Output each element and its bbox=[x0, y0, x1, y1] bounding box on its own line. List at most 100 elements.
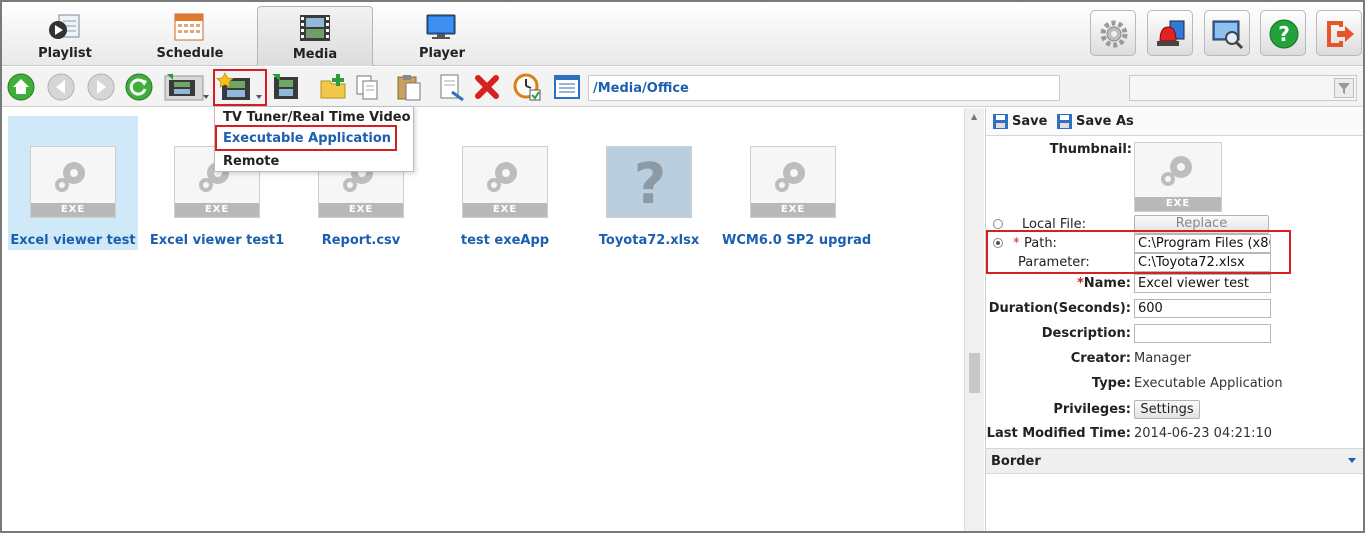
copy-icon bbox=[356, 75, 378, 100]
properties-panel: Save Save As Thumbnail: EXE Local File: … bbox=[985, 108, 1363, 531]
required-asterisk: * bbox=[1076, 276, 1084, 291]
description-input[interactable] bbox=[1134, 324, 1271, 343]
thumbnail-label: Thumbnail: bbox=[1049, 142, 1132, 157]
import-media-button[interactable] bbox=[270, 72, 300, 102]
name-field-label: *Name: bbox=[986, 276, 1131, 291]
refresh-icon bbox=[125, 73, 153, 101]
settings-gear-icon bbox=[1100, 20, 1128, 48]
privileges-settings-button[interactable]: Settings bbox=[1134, 400, 1200, 419]
file-type-badge: EXE bbox=[751, 203, 835, 217]
search-field[interactable] bbox=[1129, 75, 1357, 101]
forward-arrow-icon bbox=[87, 73, 115, 101]
grid-scrollbar[interactable]: ▲ bbox=[964, 108, 984, 531]
media-item-label: test exeApp bbox=[460, 233, 550, 248]
type-label: Type: bbox=[1091, 376, 1131, 391]
paste-button[interactable] bbox=[394, 72, 424, 102]
tab-label: Player bbox=[418, 46, 466, 61]
monitor-search-button[interactable] bbox=[1204, 10, 1250, 56]
help-icon: ? bbox=[1269, 19, 1299, 49]
media-item-toyota72-xlsx[interactable]: ? Toyota72.xlsx bbox=[584, 116, 714, 250]
add-media-icon bbox=[164, 74, 209, 101]
tab-label: Playlist bbox=[38, 46, 92, 61]
paste-icon bbox=[397, 75, 421, 101]
top-nav-bar: Playlist Schedule Media Player ? bbox=[2, 2, 1363, 66]
floppy-disk-icon bbox=[993, 114, 1008, 129]
media-item-excel-viewer-test[interactable]: EXE Excel viewer test bbox=[8, 116, 138, 250]
monitor-icon bbox=[426, 14, 456, 39]
refresh-button[interactable] bbox=[124, 72, 154, 102]
monitor-search-icon bbox=[1212, 20, 1244, 50]
border-section-label: Border bbox=[991, 454, 1041, 469]
duration-input[interactable]: 600 bbox=[1134, 299, 1271, 318]
file-type-badge: EXE bbox=[463, 203, 547, 217]
new-folder-icon bbox=[320, 74, 346, 99]
calendar-icon bbox=[174, 13, 204, 41]
save-as-label: Save As bbox=[1076, 114, 1134, 129]
current-path-field[interactable]: /Media/Office bbox=[588, 75, 1060, 101]
tab-media[interactable]: Media bbox=[257, 6, 373, 66]
home-button[interactable] bbox=[6, 72, 36, 102]
tab-schedule[interactable]: Schedule bbox=[132, 6, 248, 66]
clock-icon bbox=[513, 73, 541, 101]
svg-text:?: ? bbox=[1278, 22, 1290, 46]
edit-properties-button[interactable] bbox=[436, 72, 466, 102]
creator-label: Creator: bbox=[1070, 351, 1131, 366]
chevron-down-icon bbox=[1348, 458, 1356, 463]
thumbnail-preview: EXE bbox=[1134, 142, 1222, 212]
home-icon bbox=[7, 73, 35, 101]
schedule-time-button[interactable] bbox=[512, 72, 542, 102]
delete-button[interactable] bbox=[472, 72, 502, 102]
copy-button[interactable] bbox=[352, 72, 382, 102]
unknown-file-icon: ? bbox=[606, 146, 692, 218]
tab-label: Media bbox=[292, 47, 338, 62]
creator-value: Manager bbox=[1134, 351, 1191, 366]
media-toolbar: /Media/Office bbox=[2, 67, 1363, 107]
media-item-label: Excel viewer test bbox=[10, 233, 136, 248]
alarm-light-icon bbox=[1157, 20, 1185, 46]
scroll-up-arrow[interactable]: ▲ bbox=[971, 112, 977, 121]
tab-player[interactable]: Player bbox=[384, 6, 500, 66]
filter-icon[interactable] bbox=[1334, 78, 1354, 98]
back-arrow-icon bbox=[47, 73, 75, 101]
help-button[interactable]: ? bbox=[1260, 10, 1306, 56]
floppy-disk-icon bbox=[1057, 114, 1072, 129]
menu-item-remote[interactable]: Remote bbox=[215, 152, 413, 172]
save-as-button[interactable]: Save As bbox=[1056, 113, 1134, 133]
tab-playlist[interactable]: Playlist bbox=[7, 6, 123, 66]
highlight-path-parameter bbox=[986, 230, 1291, 274]
forward-button[interactable] bbox=[86, 72, 116, 102]
file-type-badge: EXE bbox=[175, 203, 259, 217]
privileges-label: Privileges: bbox=[1053, 402, 1131, 417]
properties-toolbar: Save Save As bbox=[986, 108, 1363, 136]
scrollbar-thumb[interactable] bbox=[969, 353, 980, 393]
list-view-button[interactable] bbox=[552, 72, 582, 102]
highlight-add-special-media bbox=[213, 69, 267, 106]
save-label: Save bbox=[1012, 114, 1048, 129]
back-button[interactable] bbox=[46, 72, 76, 102]
add-media-dropdown[interactable] bbox=[163, 72, 209, 102]
name-input[interactable]: Excel viewer test bbox=[1134, 274, 1271, 293]
save-button[interactable]: Save bbox=[992, 113, 1047, 133]
name-label: Name: bbox=[1083, 276, 1131, 291]
logout-icon bbox=[1327, 21, 1354, 47]
exe-file-icon: EXE bbox=[750, 146, 836, 218]
logout-button[interactable] bbox=[1316, 10, 1362, 56]
media-item-label: Report.csv bbox=[321, 233, 401, 248]
file-type-badge: EXE bbox=[31, 203, 115, 217]
playlist-icon bbox=[49, 14, 80, 39]
settings-button[interactable] bbox=[1090, 10, 1136, 56]
svg-text:?: ? bbox=[634, 152, 666, 217]
media-item-wcm6-sp2-upgrade[interactable]: EXE WCM6.0 SP2 upgrad bbox=[722, 116, 871, 250]
media-item-label: Toyota72.xlsx bbox=[598, 233, 700, 248]
new-folder-button[interactable] bbox=[318, 72, 348, 102]
border-section-header[interactable]: Border bbox=[986, 448, 1363, 474]
exe-file-icon: EXE bbox=[462, 146, 548, 218]
media-item-test-exeapp[interactable]: EXE test exeApp bbox=[440, 116, 570, 250]
media-item-label: Excel viewer test1 bbox=[149, 233, 285, 248]
list-view-icon bbox=[554, 75, 580, 99]
media-item-label: WCM6.0 SP2 upgrad bbox=[722, 233, 872, 248]
tab-label: Schedule bbox=[156, 46, 224, 61]
description-label: Description: bbox=[1041, 326, 1131, 341]
alarm-button[interactable] bbox=[1147, 10, 1193, 56]
delete-x-icon bbox=[475, 75, 499, 99]
